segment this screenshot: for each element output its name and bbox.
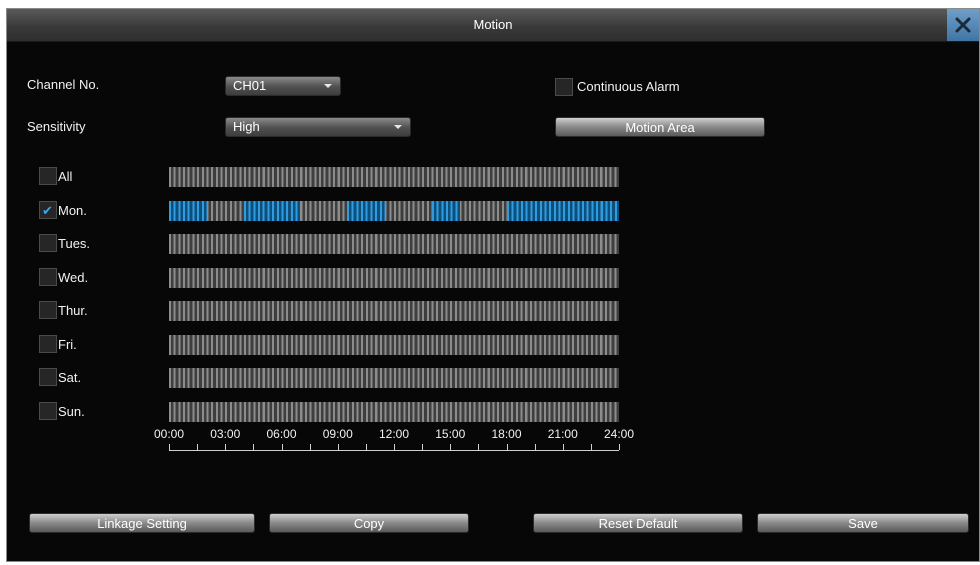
time-label: 15:00 — [435, 427, 466, 441]
active-time-segment[interactable] — [431, 201, 460, 221]
active-time-segment[interactable] — [244, 201, 301, 221]
day-schedule-bar[interactable] — [169, 167, 619, 187]
day-label: Thur. — [58, 303, 88, 318]
linkage-setting-button[interactable]: Linkage Setting — [29, 513, 255, 533]
time-label: 09:00 — [322, 427, 353, 441]
axis-tick — [337, 444, 339, 450]
day-schedule-bar[interactable] — [169, 301, 619, 321]
day-row: Wed. — [39, 268, 169, 288]
close-icon — [955, 17, 971, 33]
save-button[interactable]: Save — [757, 513, 969, 533]
day-row: Fri. — [39, 335, 169, 355]
sensitivity-value: High — [233, 119, 260, 134]
copy-button[interactable]: Copy — [269, 513, 469, 533]
day-schedule-bar[interactable] — [169, 234, 619, 254]
channel-value: CH01 — [233, 78, 267, 93]
day-checkbox[interactable] — [39, 268, 57, 286]
day-label: Sat. — [58, 370, 82, 385]
day-schedule-bar[interactable] — [169, 335, 619, 355]
sensitivity-dropdown[interactable]: High — [225, 117, 411, 137]
day-label: Wed. — [58, 270, 89, 285]
active-time-segment[interactable] — [506, 201, 619, 221]
day-label: Mon. — [58, 203, 87, 218]
day-row: Thur. — [39, 301, 169, 321]
sensitivity-label: Sensitivity — [27, 119, 86, 134]
axis-tick — [281, 444, 283, 450]
day-checkbox[interactable] — [39, 167, 57, 185]
close-button[interactable] — [947, 9, 979, 41]
axis-tick — [422, 444, 424, 450]
channel-label: Channel No. — [27, 77, 100, 92]
time-label: 00:00 — [153, 427, 185, 441]
axis-tick — [590, 444, 592, 450]
continuous-alarm-checkbox[interactable] — [555, 78, 573, 96]
time-label: 06:00 — [266, 427, 297, 441]
day-checkbox[interactable]: ✔ — [39, 201, 57, 219]
axis-tick — [197, 444, 199, 450]
motion-area-button[interactable]: Motion Area — [555, 117, 765, 137]
continuous-alarm-label: Continuous Alarm — [577, 79, 680, 94]
window-title: Motion — [473, 17, 513, 32]
day-row: ✔ Mon. — [39, 201, 169, 221]
time-axis-line — [169, 450, 619, 451]
day-label: Sun. — [58, 404, 85, 419]
axis-tick — [225, 444, 227, 450]
channel-dropdown[interactable]: CH01 — [225, 76, 341, 96]
title-bar: Motion — [7, 9, 979, 42]
axis-tick — [450, 444, 452, 450]
axis-tick — [253, 444, 255, 450]
axis-tick — [309, 444, 311, 450]
axis-tick — [506, 444, 508, 450]
day-label: Fri. — [58, 337, 77, 352]
axis-tick — [169, 444, 170, 450]
active-time-segment[interactable] — [169, 201, 207, 221]
day-schedule-bar[interactable] — [169, 368, 619, 388]
day-label: Tues. — [58, 236, 91, 251]
axis-tick — [394, 444, 395, 450]
time-label: 03:00 — [210, 427, 241, 441]
day-row: Sun. — [39, 402, 169, 422]
axis-tick — [534, 444, 536, 450]
time-label: 24:00 — [603, 427, 635, 441]
day-checkbox[interactable] — [39, 234, 57, 252]
day-label: All — [58, 169, 73, 184]
day-checkbox[interactable] — [39, 368, 57, 386]
axis-tick — [562, 444, 564, 450]
day-schedule-bar[interactable] — [169, 201, 619, 221]
reset-default-button[interactable]: Reset Default — [533, 513, 743, 533]
day-schedule-bar[interactable] — [169, 268, 619, 288]
axis-tick — [478, 444, 480, 450]
axis-tick — [619, 444, 620, 450]
chevron-down-icon — [394, 125, 402, 129]
time-label: 18:00 — [491, 427, 522, 441]
day-schedule-bar[interactable] — [169, 402, 619, 422]
checkmark-icon: ✔ — [42, 203, 53, 218]
axis-tick — [365, 444, 367, 450]
time-label: 12:00 — [378, 427, 410, 441]
day-row: Tues. — [39, 234, 169, 254]
motion-dialog: Motion Channel No. CH01 Continuous Alarm… — [6, 8, 980, 562]
active-time-segment[interactable] — [347, 201, 385, 221]
day-checkbox[interactable] — [39, 301, 57, 319]
day-row: All — [39, 167, 169, 187]
day-row: Sat. — [39, 368, 169, 388]
day-checkbox[interactable] — [39, 335, 57, 353]
chevron-down-icon — [324, 84, 332, 88]
time-label: 21:00 — [547, 427, 578, 441]
day-checkbox[interactable] — [39, 402, 57, 420]
